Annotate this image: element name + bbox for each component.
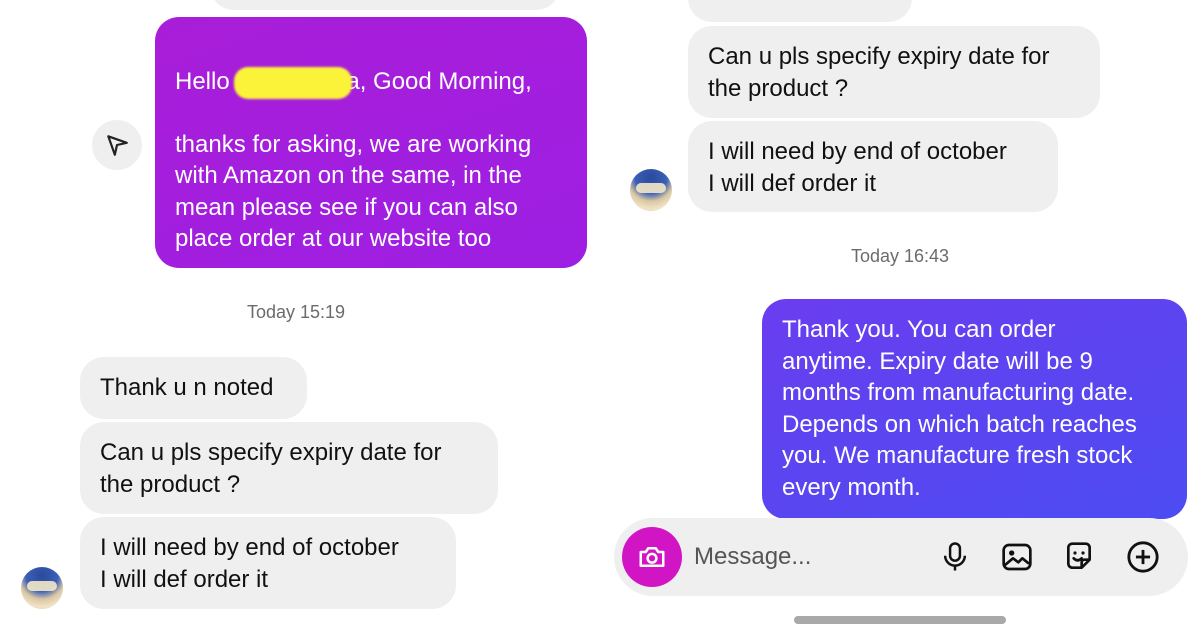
gallery-button[interactable] [998,538,1036,576]
microphone-icon [943,542,967,571]
message-composer [614,518,1188,596]
gallery-icon [1002,543,1032,571]
incoming-message-bubble[interactable]: Thank u n noted [80,357,307,419]
greeting-suffix: a, Good Morning, [346,67,532,95]
plus-icon [1127,541,1159,573]
sticker-button[interactable] [1060,538,1098,576]
cut-off-bubble [210,0,560,10]
message-input[interactable] [694,540,924,574]
sticker-icon [1067,542,1091,569]
right-chat-panel: Thank u n noted Can u pls specify expiry… [600,0,1200,630]
share-button[interactable] [92,120,142,170]
incoming-message-bubble[interactable]: I will need by end of october I will def… [80,517,456,609]
redacted-name [234,67,353,100]
send-icon [107,135,128,156]
timestamp: Today 16:43 [850,246,950,266]
camera-icon [639,547,665,567]
message-body: thanks for asking, we are working with A… [175,130,532,253]
microphone-button[interactable] [936,538,974,576]
timestamp: Today 15:19 [246,302,346,322]
camera-button[interactable] [622,527,682,587]
incoming-message-bubble[interactable]: Can u pls specify expiry date for the pr… [80,422,498,514]
incoming-message-bubble[interactable]: Thank u n noted [688,0,912,22]
add-button[interactable] [1124,538,1162,576]
incoming-message-bubble[interactable]: Can u pls specify expiry date for the pr… [688,26,1100,118]
left-chat-panel: Hello a, Good Morning, thanks for asking… [0,0,600,630]
incoming-message-bubble[interactable]: I will need by end of october I will def… [688,121,1058,212]
contact-avatar[interactable] [630,169,672,211]
outgoing-message-bubble[interactable]: Hello a, Good Morning, thanks for asking… [155,17,587,378]
contact-avatar[interactable] [21,567,63,609]
greeting-prefix: Hello [175,67,237,95]
home-indicator[interactable] [794,616,1006,624]
outgoing-message-bubble[interactable]: Thank you. You can order anytime. Expiry… [762,299,1187,519]
